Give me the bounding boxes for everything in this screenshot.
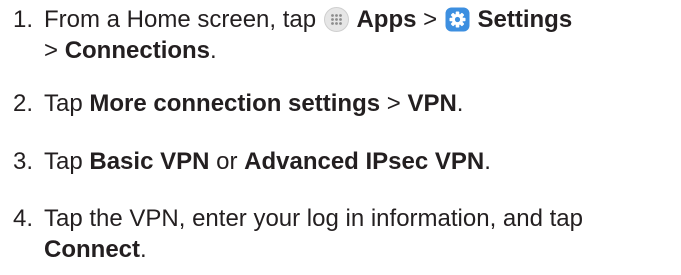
step-text: Tap Basic VPN or Advanced IPsec VPN. xyxy=(44,146,674,177)
settings-label: Settings xyxy=(477,6,573,33)
separator: > xyxy=(386,90,401,117)
step-text: Tap the VPN, enter your log in informati… xyxy=(44,203,644,265)
step-number: 2. xyxy=(13,90,34,117)
connect-label: Connect xyxy=(44,236,140,263)
step-number: 3. xyxy=(13,148,34,175)
step-text: Tap More connection settings > VPN. xyxy=(44,88,674,119)
period: . xyxy=(210,37,217,64)
period: . xyxy=(140,236,147,263)
apps-label: Apps xyxy=(356,6,417,33)
period: . xyxy=(456,90,464,117)
connections-label: Connections xyxy=(64,37,211,64)
period: . xyxy=(484,148,491,175)
or-text: or xyxy=(216,148,238,175)
separator: > xyxy=(423,6,438,33)
step-number: 4. xyxy=(13,205,34,232)
apps-grid-icon xyxy=(323,7,349,32)
step-number: 1. xyxy=(13,6,34,33)
settings-gear-icon xyxy=(445,7,470,32)
basic-vpn-label: Basic VPN xyxy=(89,148,210,175)
more-connection-settings-label: More connection settings xyxy=(89,90,381,117)
advanced-ipsec-vpn-label: Advanced IPsec VPN xyxy=(244,148,485,175)
step-text-part: Tap xyxy=(44,90,83,117)
vpn-label: VPN xyxy=(407,90,457,117)
step-text-part: Tap xyxy=(44,148,83,175)
step-text: From a Home screen, tap Apps > Settings … xyxy=(44,4,674,66)
separator: > xyxy=(44,37,59,64)
step-text-part: From a Home screen, tap xyxy=(44,6,317,33)
step-text-part: Tap the VPN, enter your log in informati… xyxy=(44,205,583,232)
